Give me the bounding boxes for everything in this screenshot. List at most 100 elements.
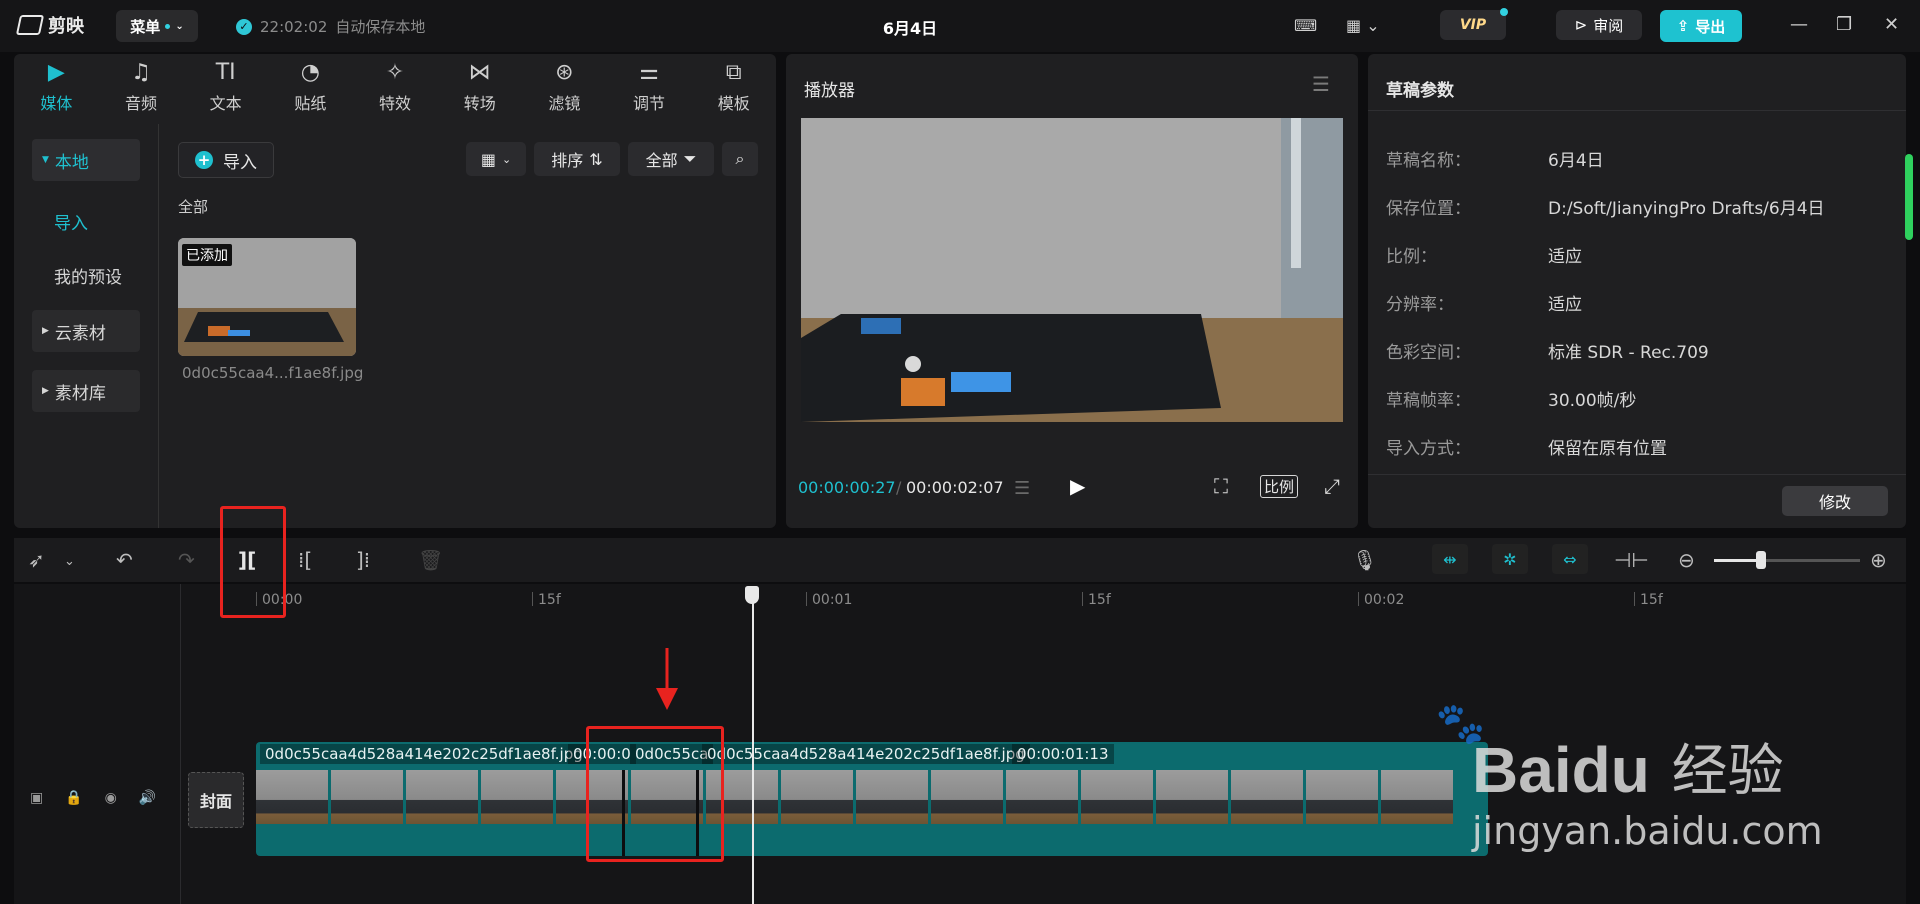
review-icon: ⊳ [1574, 16, 1588, 34]
transition-icon: ⋈ [468, 60, 491, 85]
sidebar-item-my-presets[interactable]: 我的预设 [54, 263, 122, 288]
tab-text[interactable]: TI 文本 [183, 54, 268, 120]
ruler-tick [1634, 592, 1635, 606]
tab-effects[interactable]: ✧ 特效 [353, 54, 438, 120]
import-label: 导入 [223, 152, 257, 173]
view-mode-button[interactable]: ▦ ⌄ [466, 142, 526, 176]
sidebar-item-cloud[interactable]: ▶ 云素材 [32, 310, 140, 352]
playhead[interactable] [752, 592, 754, 904]
vip-label: VIP [1459, 17, 1487, 33]
zoom-in-icon[interactable]: ⊕ [1870, 548, 1887, 572]
draft-row-value: 适应 [1548, 247, 1582, 267]
grid-icon: ▦ [480, 149, 496, 169]
tab-template[interactable]: ⧉ 模板 [691, 54, 776, 120]
vip-button[interactable]: VIP [1440, 8, 1508, 40]
plus-icon: + [195, 151, 213, 169]
sidebar-item-library[interactable]: ▶ 素材库 [32, 370, 140, 412]
text-icon: TI [215, 60, 236, 85]
import-button[interactable]: + 导入 [178, 142, 274, 178]
linkage-icon[interactable]: ⇔ [1552, 544, 1588, 574]
trash-icon[interactable]: 🗑 [418, 548, 443, 572]
clip-frame [1156, 770, 1228, 824]
clip-frame [931, 770, 1003, 824]
total-time: 00:00:02:07 [906, 478, 1004, 497]
capcut-logo-icon [15, 15, 45, 35]
fullscreen-icon[interactable]: ⤢ [1324, 474, 1340, 498]
tab-transition[interactable]: ⋈ 转场 [437, 54, 522, 120]
tab-audio[interactable]: ♫ 音频 [99, 54, 184, 120]
media-icon: ▶ [47, 60, 65, 85]
divider [1368, 474, 1906, 475]
tab-adjust[interactable]: ⚌ 调节 [607, 54, 692, 120]
ratio-button[interactable]: 比例 [1260, 475, 1299, 498]
tab-label: 转场 [463, 94, 496, 113]
microphone-icon[interactable]: 🎙 [1352, 548, 1377, 572]
draft-row-value: 标准 SDR - Rec.709 [1548, 343, 1709, 363]
main-track-magnet-icon[interactable]: ⇹ [1432, 544, 1468, 574]
speaker-icon[interactable]: 🔊 [139, 790, 156, 806]
filter-label: 全部 [645, 151, 678, 170]
added-badge: 已添加 [182, 244, 232, 266]
tab-filter[interactable]: ⊛ 滤镜 [522, 54, 607, 120]
search-button[interactable]: ⌕ [722, 142, 758, 176]
zoom-slider-handle[interactable] [1756, 551, 1766, 569]
filter-button[interactable]: 全部 ⏷ [628, 142, 714, 176]
sidebar-item-local[interactable]: ▼ 本地 [32, 139, 140, 181]
fit-icon[interactable]: ⛶ [1214, 474, 1228, 498]
cover-track-icon[interactable]: ▣ [30, 790, 43, 806]
lock-icon[interactable]: 🔒 [65, 790, 82, 806]
draft-row-value: 6月4日 [1548, 151, 1604, 171]
media-sidebar: ▼ 本地 导入 我的预设 ▶ 云素材 ▶ 素材库 [14, 124, 159, 528]
export-button[interactable]: ⇪ 导出 [1660, 10, 1742, 42]
eye-icon[interactable]: ◉ [105, 790, 117, 806]
tab-sticker[interactable]: ◔ 贴纸 [268, 54, 353, 120]
keyboard-icon[interactable]: ⌨ [1294, 16, 1317, 35]
media-file-name: 0d0c55caa4...f1ae8f.jpg [182, 364, 364, 382]
close-icon[interactable]: ✕ [1884, 14, 1899, 35]
zoom-out-icon[interactable]: ⊖ [1678, 548, 1695, 572]
timecode-list-icon[interactable]: ☰ [1014, 478, 1030, 499]
cover-button[interactable]: 封面 [188, 772, 244, 828]
tab-label: 音频 [125, 94, 158, 113]
ruler-label: 15f [538, 592, 561, 608]
minimize-icon[interactable]: — [1790, 14, 1808, 35]
draft-scrollbar[interactable] [1905, 154, 1913, 240]
sidebar-item-import[interactable]: 导入 [54, 209, 88, 234]
delete-right-icon[interactable]: ]⁞ [356, 548, 370, 572]
sort-icon: ⇅ [589, 149, 603, 169]
highlight-split-button [220, 506, 286, 618]
tab-label: 模板 [717, 94, 750, 113]
draft-row-value: 30.00帧/秒 [1548, 391, 1637, 411]
chevron-down-icon[interactable]: ⌄ [64, 554, 75, 569]
sticker-icon: ◔ [300, 60, 320, 85]
auto-snap-icon[interactable]: ✲ [1492, 544, 1528, 574]
app-logo: 剪映 [15, 12, 84, 38]
video-track[interactable]: 0d0c55caa4d528a414e202c25df1ae8f.jpg 00:… [256, 742, 1488, 856]
play-icon[interactable]: ▶ [1070, 474, 1085, 498]
media-thumbnail[interactable]: 已添加 [178, 238, 356, 356]
ruler-tick [1358, 592, 1359, 606]
preview-axis-icon[interactable]: ⊣⊢ [1614, 548, 1649, 572]
media-tabs: ▶ 媒体 ♫ 音频 TI 文本 ◔ 贴纸 ✧ 特效 ⋈ 转场 ⊛ 滤镜 ⚌ 调节 ⧉ 模板 [14, 54, 776, 120]
hamburger-icon[interactable]: ☰ [1312, 72, 1330, 96]
menu-button[interactable]: 菜单 ⌄ [116, 10, 198, 42]
restore-icon[interactable]: ❐ [1836, 14, 1852, 35]
triangle-right-icon: ▶ [42, 386, 49, 396]
layout-icon[interactable]: ▦ ⌄ [1346, 16, 1380, 35]
clip-frame [481, 770, 553, 824]
video-frame [801, 118, 1343, 422]
tab-media[interactable]: ▶ 媒体 [14, 54, 99, 120]
sort-button[interactable]: 排序 ⇅ [534, 142, 620, 176]
select-cursor-icon[interactable]: ➶ [28, 548, 45, 572]
modify-button[interactable]: 修改 [1782, 486, 1888, 516]
filter-icon: ⊛ [555, 60, 574, 85]
autosave-status: ✓ 22:02:02 自动保存本地 [236, 16, 425, 37]
review-button[interactable]: ⊳ 审阅 [1556, 10, 1642, 40]
ruler-label: 00:01 [812, 592, 853, 608]
playhead-handle[interactable] [745, 586, 759, 604]
redo-icon[interactable]: ↷ [178, 548, 195, 572]
app-name: 剪映 [48, 16, 84, 37]
undo-icon[interactable]: ↶ [116, 548, 133, 572]
delete-left-icon[interactable]: ⁞[ [298, 548, 312, 572]
baidu-cn: 经验 [1671, 739, 1784, 804]
